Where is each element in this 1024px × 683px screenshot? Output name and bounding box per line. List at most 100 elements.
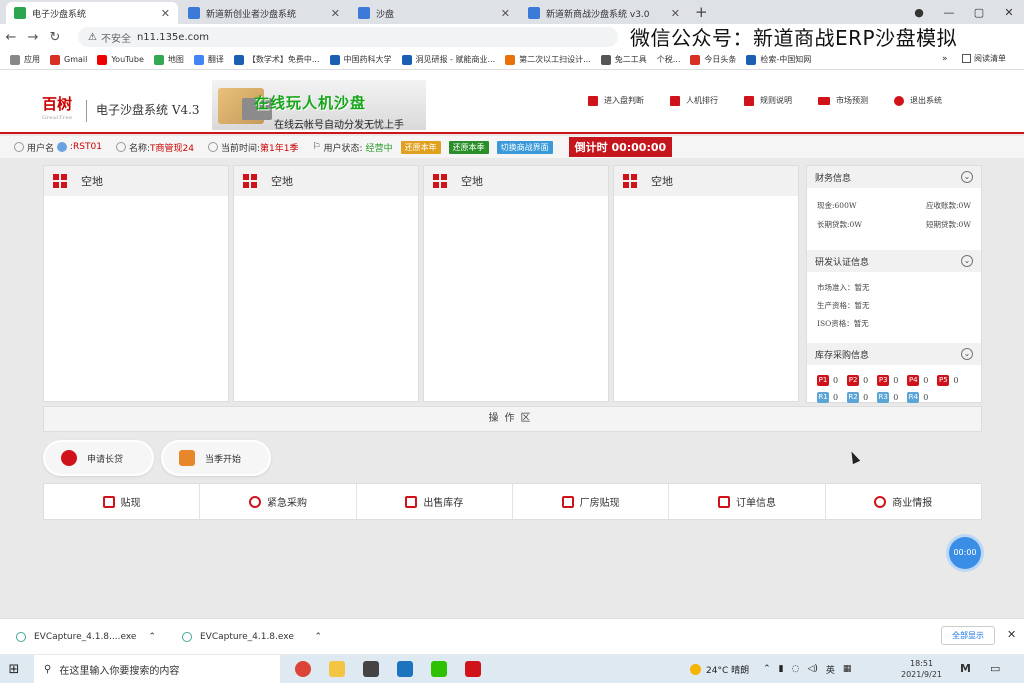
- apply-long-loan-button[interactable]: 申请长贷: [45, 442, 152, 474]
- order-info-button[interactable]: 订单信息: [669, 484, 826, 519]
- taskbar-app[interactable]: [286, 655, 320, 683]
- chrome-icon: [295, 661, 311, 677]
- factory-discount-button[interactable]: 厂房贴现: [513, 484, 670, 519]
- sell-stock-button[interactable]: 出售库存: [357, 484, 513, 519]
- material-r1: R1 0: [817, 392, 839, 403]
- bookmark-item[interactable]: 中国药科大学: [329, 54, 392, 65]
- notification-icon[interactable]: ▭: [990, 662, 1000, 675]
- bookmark-item[interactable]: 今日头条: [690, 54, 736, 65]
- bookmark-item[interactable]: 个税...: [657, 54, 681, 65]
- exit-icon: [894, 95, 904, 106]
- restore-year-button[interactable]: 还原本年: [400, 140, 441, 154]
- bookmark-item[interactable]: 第二次以工扫设计...: [505, 54, 591, 65]
- minimize-icon[interactable]: —: [934, 6, 964, 19]
- discount-button[interactable]: 贴现: [44, 484, 201, 519]
- forward-icon[interactable]: →: [22, 30, 44, 45]
- battery-icon[interactable]: ▮: [779, 664, 784, 674]
- browser-tab[interactable]: 新道新创业者沙盘系统 ✕: [180, 2, 348, 24]
- factory-plot[interactable]: 空地: [233, 165, 419, 402]
- bookmarks-more-icon[interactable]: »: [942, 54, 948, 64]
- bookmark-item[interactable]: 兔二工具: [600, 54, 647, 65]
- tab-favicon: [14, 7, 26, 19]
- tab-close-icon[interactable]: ✕: [671, 7, 680, 20]
- factory-plot[interactable]: 空地: [613, 165, 799, 402]
- bookmark-item[interactable]: 【数学术】免费中...: [233, 54, 320, 65]
- input-method-icon[interactable]: M: [960, 662, 971, 675]
- download-item[interactable]: EVCapture_4.1.8.exe ⌃: [182, 631, 332, 642]
- switch-interface-button[interactable]: 切换商战界面: [496, 140, 553, 154]
- intel-icon: [874, 495, 887, 508]
- bookmark-maps[interactable]: 地图: [153, 54, 184, 65]
- plot-label: 空地: [651, 175, 673, 188]
- bookmark-translate[interactable]: 翻译: [193, 54, 224, 65]
- maximize-icon[interactable]: ▢: [964, 6, 994, 19]
- nav-market-forecast[interactable]: 市场预测: [818, 95, 868, 106]
- tab-close-icon[interactable]: ✕: [331, 7, 340, 20]
- bookmark-favicon: [690, 54, 701, 65]
- chevron-up-icon[interactable]: ⌃: [314, 632, 322, 642]
- taskbar-app[interactable]: [388, 655, 422, 683]
- bookmark-apps[interactable]: 应用: [10, 54, 40, 65]
- restore-quarter-button[interactable]: 还原本季: [448, 140, 489, 154]
- chevron-up-icon[interactable]: ⌃: [148, 632, 156, 642]
- browser-tab[interactable]: 沙盘 ✕: [350, 2, 518, 24]
- urgent-purchase-button[interactable]: 紧急采购: [200, 484, 357, 519]
- factory-plot[interactable]: 空地: [43, 165, 229, 402]
- new-tab-button[interactable]: +: [695, 3, 708, 21]
- ime-indicator[interactable]: 英: [826, 663, 835, 676]
- taskbar-app[interactable]: [422, 655, 456, 683]
- help-icon[interactable]: [57, 142, 68, 152]
- business-intel-button[interactable]: 商业情报: [826, 484, 981, 519]
- bookmark-item[interactable]: 检索-中国知网: [746, 54, 811, 65]
- network-icon[interactable]: ◌: [792, 664, 800, 674]
- bookmark-gmail[interactable]: Gmail: [50, 54, 87, 65]
- promo-banner[interactable]: 在线玩人机沙盘 在线云帐号自动分发无忧上手: [212, 80, 426, 130]
- weather-text[interactable]: 24°C 晴朗: [706, 663, 749, 676]
- chevron-down-icon[interactable]: ⌄: [961, 171, 973, 183]
- nav-enter-match[interactable]: 进入盘判断: [588, 95, 644, 106]
- nav-ranking[interactable]: 人机排行: [670, 95, 718, 106]
- windows-start-icon[interactable]: ⊞: [0, 662, 28, 677]
- profile-icon[interactable]: ●: [904, 6, 934, 19]
- start-quarter-button[interactable]: 当季开始: [163, 442, 269, 474]
- taskbar-search-input[interactable]: ⚲ 在这里输入你要搜索的内容: [34, 655, 280, 683]
- url-input[interactable]: ⚠ 不安全 n11.135e.com: [78, 27, 618, 47]
- user-info-bar: 用户名:RST01 名称: T商管现24 当前时间: 第1年1季 ⚐ 用户状态: 经营中…: [0, 136, 1024, 158]
- nav-logout[interactable]: 退出系统: [894, 95, 942, 106]
- close-downloads-icon[interactable]: ✕: [1007, 628, 1016, 641]
- floating-timer[interactable]: 00:00: [949, 537, 981, 569]
- door-icon: [588, 95, 598, 106]
- reload-icon[interactable]: ↻: [44, 30, 66, 45]
- warning-icon: ⚠: [88, 31, 97, 43]
- long-loan-value: 长期贷款:0W: [817, 220, 863, 229]
- taskbar-app[interactable]: [320, 655, 354, 683]
- bookmark-youtube[interactable]: YouTube: [97, 54, 144, 65]
- back-icon[interactable]: ←: [0, 30, 22, 45]
- nav-rules[interactable]: 规则说明: [744, 95, 792, 106]
- tab-close-icon[interactable]: ✕: [161, 7, 170, 20]
- ime-grid-icon[interactable]: ▦: [843, 664, 852, 674]
- close-window-icon[interactable]: ✕: [994, 6, 1024, 19]
- taskbar-app[interactable]: [456, 655, 490, 683]
- reading-list-button[interactable]: 阅读清单: [962, 53, 1006, 64]
- rd-header[interactable]: 研发认证信息 ⌄: [807, 250, 981, 272]
- bookmark-item[interactable]: 洞见研报 - 赋能商业...: [401, 54, 495, 65]
- download-item[interactable]: EVCapture_4.1.8....exe ⌃: [16, 631, 166, 642]
- plot-label: 空地: [271, 175, 293, 188]
- inventory-header[interactable]: 库存采购信息 ⌄: [807, 343, 981, 365]
- chevron-down-icon[interactable]: ⌄: [961, 255, 973, 267]
- tab-close-icon[interactable]: ✕: [501, 7, 510, 20]
- browser-tab[interactable]: 新道新商战沙盘系统 v3.0 ✕: [520, 2, 688, 24]
- cash-value: 现金:600W: [817, 201, 857, 210]
- browser-tab[interactable]: 电子沙盘系统 ✕: [6, 2, 178, 24]
- finance-header[interactable]: 财务信息 ⌄: [807, 166, 981, 188]
- bookmark-favicon: [600, 54, 611, 65]
- taskbar-app[interactable]: [354, 655, 388, 683]
- chevron-down-icon[interactable]: ⌄: [961, 348, 973, 360]
- tray-overflow-icon[interactable]: ⌃: [763, 664, 771, 674]
- factory-plot[interactable]: 空地: [423, 165, 609, 402]
- volume-icon[interactable]: ◁): [807, 664, 817, 674]
- show-all-downloads-button[interactable]: 全部显示: [941, 626, 995, 645]
- taskbar-clock[interactable]: 18:51 2021/9/21: [901, 658, 942, 680]
- plot-header: 空地: [424, 166, 608, 196]
